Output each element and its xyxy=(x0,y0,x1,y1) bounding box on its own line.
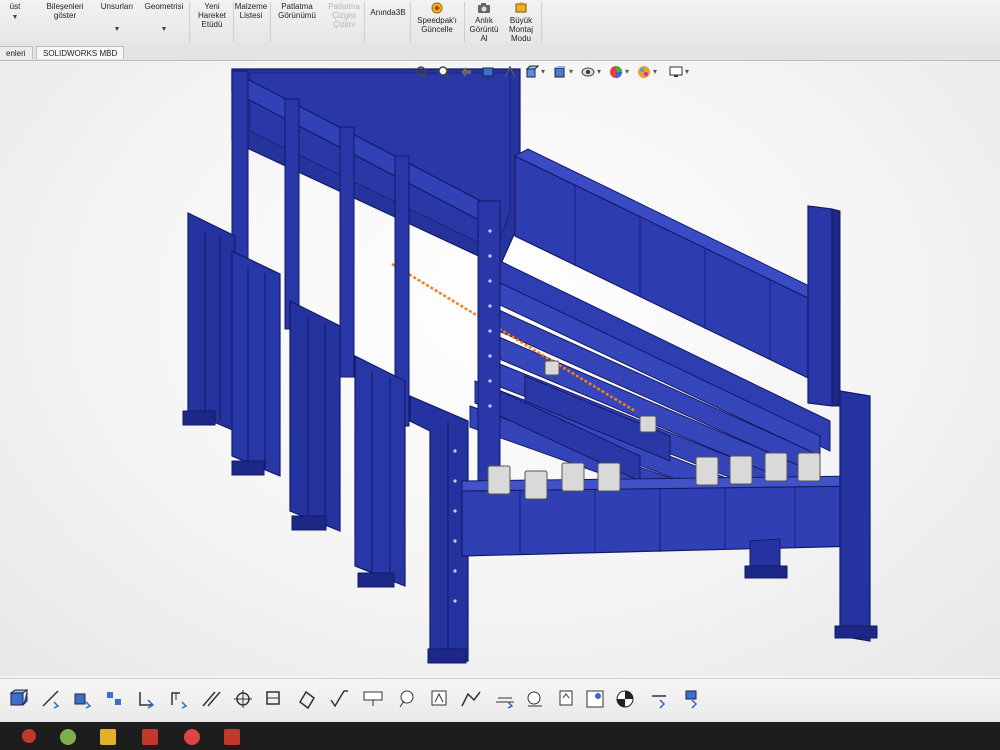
center-mark-icon[interactable] xyxy=(556,688,578,710)
linear-pattern-icon[interactable] xyxy=(104,688,126,710)
bom-table-icon[interactable] xyxy=(614,688,636,710)
chevron-down-icon[interactable]: ▾ xyxy=(597,67,601,76)
chrome-icon[interactable] xyxy=(184,729,200,745)
ribbon-btn-instant3d[interactable]: Anında3B xyxy=(366,0,410,44)
hole-callout-icon[interactable] xyxy=(524,688,546,710)
ordinate-icon[interactable] xyxy=(584,688,606,710)
chevron-down-icon: ▼ xyxy=(113,26,121,33)
chevron-down-icon: ▼ xyxy=(11,14,19,21)
solidworks-icon[interactable] xyxy=(142,729,158,745)
mbd-dimension-toolbar xyxy=(0,678,1000,722)
ribbon-btn-show-components[interactable]: Bileşenleri göster xyxy=(40,0,90,44)
datum-symbol-icon[interactable] xyxy=(494,688,516,710)
ribbon-btn-ust[interactable]: üst ▼ xyxy=(0,0,30,44)
ribbon-separator xyxy=(410,2,411,42)
right-post xyxy=(807,205,841,407)
ribbon-separator xyxy=(189,2,190,42)
basic-dimension-icon[interactable] xyxy=(200,688,222,710)
chevron-down-icon: ▼ xyxy=(160,26,168,33)
ribbon-btn-new-motion-study[interactable]: Yeni Hareket Etüdü xyxy=(192,0,232,44)
view-orientation-icon[interactable] xyxy=(525,65,539,79)
mate-icon[interactable] xyxy=(72,688,94,710)
size-dimension-icon[interactable] xyxy=(264,688,286,710)
section-view-icon[interactable] xyxy=(481,65,495,79)
ribbon-separator xyxy=(464,2,465,42)
chevron-down-icon[interactable]: ▾ xyxy=(685,67,689,76)
chevron-down-icon[interactable]: ▾ xyxy=(569,67,573,76)
datum-feature-icon[interactable] xyxy=(136,688,158,710)
chevron-down-icon[interactable]: ▾ xyxy=(653,67,657,76)
assembly-model[interactable] xyxy=(0,61,1000,676)
camera-icon xyxy=(478,3,490,13)
hide-show-items-icon[interactable] xyxy=(581,65,595,79)
ribbon-btn-bill-of-materials[interactable]: Malzeme Listesi xyxy=(234,0,268,44)
note-icon[interactable] xyxy=(396,688,418,710)
geometric-tolerance-icon[interactable] xyxy=(296,688,318,710)
balloon-icon[interactable] xyxy=(428,688,450,710)
insert-components-icon[interactable] xyxy=(8,688,30,710)
solidworks-window: üst ▼ Bileşenleri göster Unsurları ▼ Geo… xyxy=(0,0,1000,722)
datum-target-icon[interactable] xyxy=(168,688,190,710)
previous-view-icon[interactable] xyxy=(459,65,473,79)
speedpak-icon xyxy=(431,2,443,14)
chevron-down-icon[interactable]: ▾ xyxy=(541,67,545,76)
heads-up-view-toolbar: ▾ ▾ ▾ ▾ ▾ ▾ xyxy=(415,61,760,83)
ribbon-separator xyxy=(270,2,271,42)
ribbon-btn-geometry[interactable]: Geometrisi ▼ xyxy=(140,0,188,44)
ribbon-btn-features[interactable]: Unsurları ▼ xyxy=(95,0,139,44)
graphics-area[interactable]: ▾ ▾ ▾ ▾ ▾ ▾ xyxy=(0,61,1000,676)
tab-components[interactable]: enleri xyxy=(0,46,33,59)
zoom-to-fit-icon[interactable] xyxy=(415,65,429,79)
publish-icon[interactable] xyxy=(648,688,670,710)
ribbon-btn-take-snapshot[interactable]: Anlık Görüntü Al xyxy=(466,0,502,44)
apply-scene-icon[interactable] xyxy=(637,65,651,79)
pdf-icon[interactable] xyxy=(224,729,240,745)
dynamic-annotation-icon[interactable] xyxy=(503,65,517,79)
ribbon-separator xyxy=(364,2,365,42)
folder-icon[interactable] xyxy=(100,729,116,745)
browser-icon[interactable] xyxy=(60,729,76,745)
weld-symbol-icon[interactable] xyxy=(362,688,384,710)
command-manager-tabs: enleri SOLIDWORKS MBD xyxy=(0,44,1000,61)
location-dimension-icon[interactable] xyxy=(232,688,254,710)
ribbon-separator xyxy=(541,2,542,42)
chevron-down-icon[interactable]: ▾ xyxy=(625,67,629,76)
edit-appearance-icon[interactable] xyxy=(609,65,623,79)
ribbon-btn-large-assembly-mode[interactable]: Büyük Montaj Modu xyxy=(502,0,540,44)
ribbon-btn-exploded-view[interactable]: Patlatma Görünümü xyxy=(272,0,322,44)
smart-dimension-icon[interactable] xyxy=(40,688,62,710)
auto-balloon-icon[interactable] xyxy=(460,688,482,710)
display-style-icon[interactable] xyxy=(553,65,567,79)
zoom-area-icon[interactable] xyxy=(437,65,451,79)
front-bottom-beam xyxy=(461,475,861,557)
capture-icon[interactable] xyxy=(680,688,702,710)
view-settings-icon[interactable] xyxy=(669,65,683,79)
tab-solidworks-mbd[interactable]: SOLIDWORKS MBD xyxy=(36,46,125,59)
app-icon[interactable] xyxy=(22,729,36,743)
ribbon-btn-update-speedpak[interactable]: Speedpak'ı Güncelle xyxy=(412,0,462,44)
os-taskbar xyxy=(0,722,1000,750)
ribbon-btn-explode-line-sketch[interactable]: Patlatma Çizgisi Çizimi xyxy=(324,0,364,44)
large-assembly-icon xyxy=(515,2,527,13)
command-manager-ribbon: üst ▼ Bileşenleri göster Unsurları ▼ Geo… xyxy=(0,0,1000,45)
surface-finish-icon[interactable] xyxy=(328,688,350,710)
